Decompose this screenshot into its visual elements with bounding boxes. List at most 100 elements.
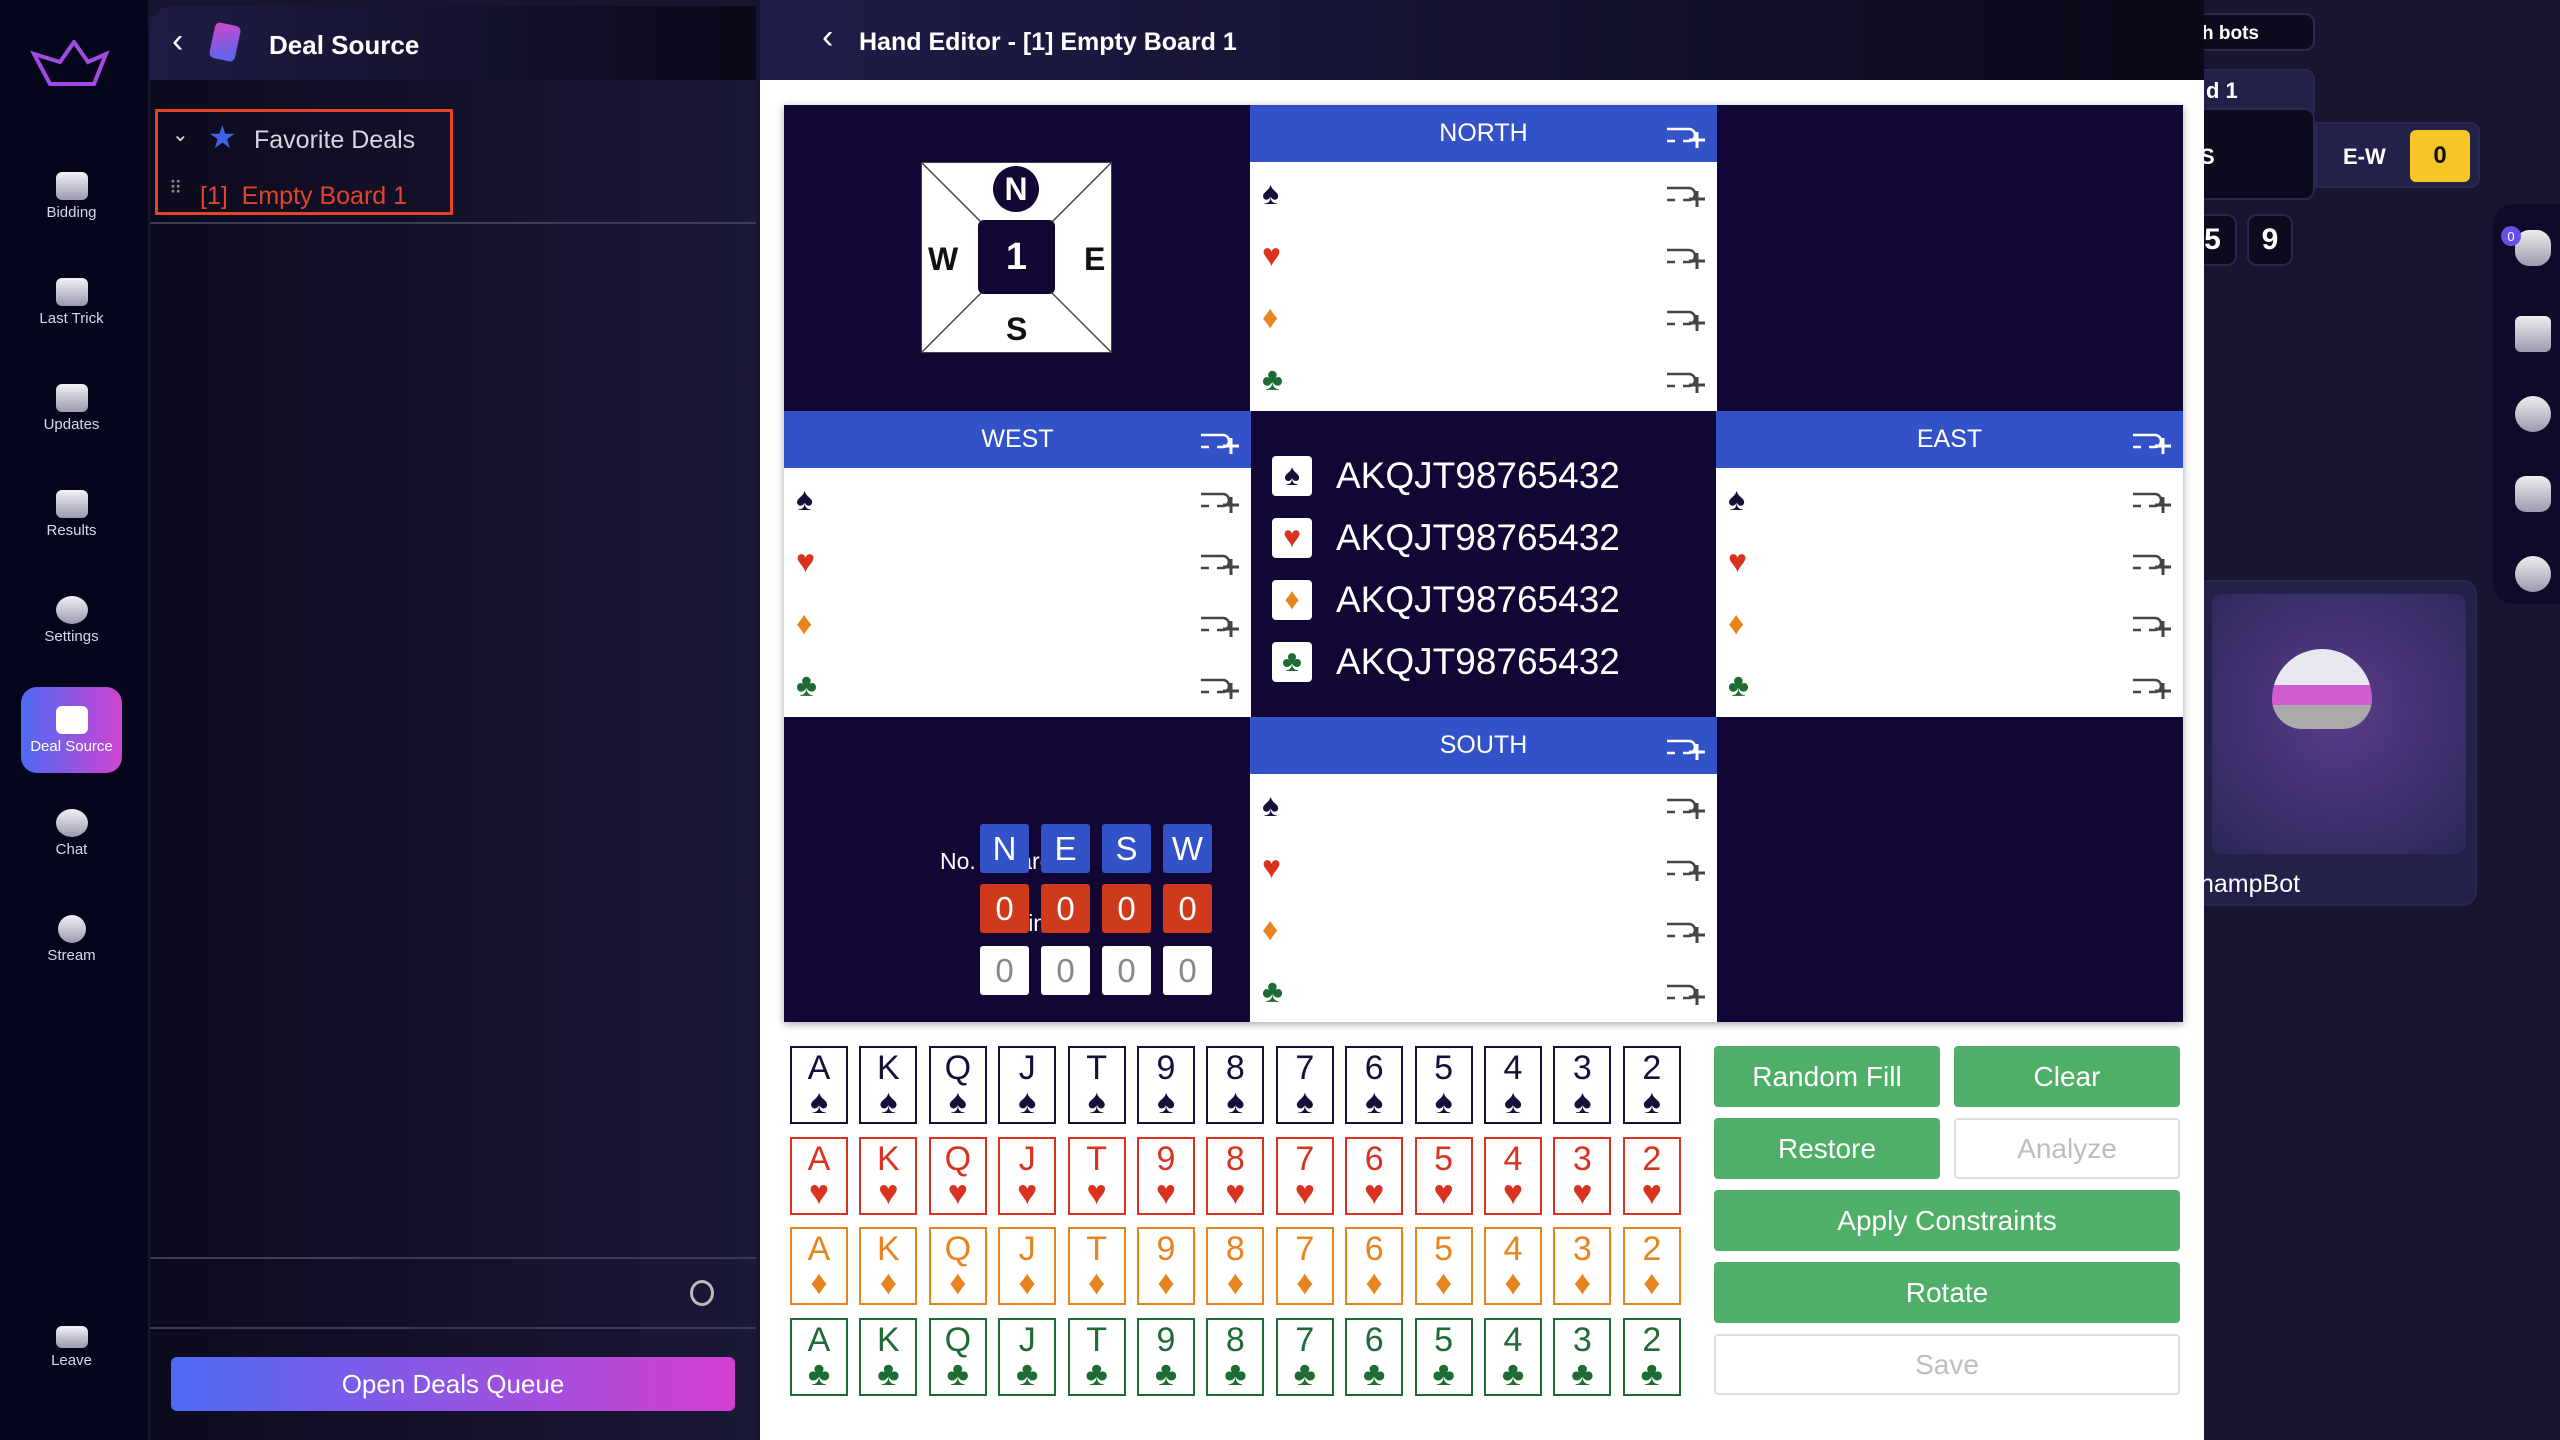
add-constraint-icon[interactable] bbox=[1663, 789, 1707, 821]
nav-bidding[interactable]: Bidding bbox=[21, 153, 122, 239]
info-icon[interactable] bbox=[2515, 396, 2551, 432]
card-2-diamonds[interactable]: 2 ♦ bbox=[1622, 1227, 1681, 1306]
chevron-down-icon[interactable]: ⌄ bbox=[172, 122, 189, 147]
nav-stream[interactable]: Stream bbox=[21, 896, 122, 982]
east-hearts-row[interactable]: ♥ bbox=[1716, 530, 2183, 592]
card-A-spades[interactable]: A ♠ bbox=[790, 1046, 848, 1124]
card-3-hearts[interactable]: 3 ♥ bbox=[1553, 1136, 1612, 1215]
north-diamonds-row[interactable]: ♦ bbox=[1250, 286, 1717, 348]
card-6-spades[interactable]: 6 ♠ bbox=[1345, 1046, 1404, 1124]
card-9-diamonds[interactable]: 9 ♦ bbox=[1137, 1227, 1195, 1306]
nav-results[interactable]: Results bbox=[21, 471, 122, 557]
analyze-button[interactable]: Analyze bbox=[1954, 1118, 2180, 1179]
card-J-diamonds[interactable]: J ♦ bbox=[998, 1227, 1057, 1306]
card-2-clubs[interactable]: 2 ♣ bbox=[1622, 1317, 1681, 1396]
rating-icon[interactable] bbox=[2515, 476, 2551, 512]
add-constraint-icon[interactable] bbox=[2129, 669, 2173, 701]
card-4-clubs[interactable]: 4 ♣ bbox=[1484, 1317, 1542, 1396]
card-J-clubs[interactable]: J ♣ bbox=[998, 1317, 1057, 1396]
card-3-diamonds[interactable]: 3 ♦ bbox=[1553, 1227, 1612, 1306]
card-J-spades[interactable]: J ♠ bbox=[998, 1046, 1057, 1124]
nav-deal-source[interactable]: Deal Source bbox=[21, 687, 122, 773]
add-constraint-icon[interactable] bbox=[2129, 483, 2173, 515]
card-Q-hearts[interactable]: Q ♥ bbox=[928, 1136, 987, 1215]
restore-button[interactable]: Restore bbox=[1714, 1118, 1940, 1179]
card-T-spades[interactable]: T ♠ bbox=[1067, 1046, 1126, 1124]
card-9-hearts[interactable]: 9 ♥ bbox=[1137, 1136, 1195, 1215]
north-hearts-row[interactable]: ♥ bbox=[1250, 224, 1717, 286]
rotate-button[interactable]: Rotate bbox=[1714, 1262, 2180, 1323]
card-6-diamonds[interactable]: 6 ♦ bbox=[1345, 1227, 1404, 1306]
east-diamonds-row[interactable]: ♦ bbox=[1716, 592, 2183, 654]
card-6-hearts[interactable]: 6 ♥ bbox=[1345, 1136, 1404, 1215]
save-button[interactable]: Save bbox=[1714, 1334, 2180, 1395]
edit-cards-icon[interactable] bbox=[2515, 316, 2551, 352]
card-8-spades[interactable]: 8 ♠ bbox=[1206, 1046, 1265, 1124]
add-constraint-icon[interactable] bbox=[1197, 607, 1241, 639]
card-Q-clubs[interactable]: Q ♣ bbox=[928, 1317, 987, 1396]
open-deals-queue-button[interactable]: Open Deals Queue bbox=[171, 1357, 735, 1411]
west-diamonds-row[interactable]: ♦ bbox=[784, 592, 1251, 654]
card-8-diamonds[interactable]: 8 ♦ bbox=[1206, 1227, 1265, 1306]
north-clubs-row[interactable]: ♣ bbox=[1250, 348, 1717, 410]
south-clubs-row[interactable]: ♣ bbox=[1250, 960, 1717, 1022]
deal-item[interactable]: [1] Empty Board 1 bbox=[200, 182, 407, 211]
nav-last-trick[interactable]: Last Trick bbox=[21, 259, 122, 345]
card-A-diamonds[interactable]: A ♦ bbox=[790, 1227, 848, 1306]
north-spades-row[interactable]: ♠ bbox=[1250, 162, 1717, 224]
card-K-hearts[interactable]: K ♥ bbox=[859, 1136, 918, 1215]
card-8-hearts[interactable]: 8 ♥ bbox=[1206, 1136, 1265, 1215]
west-spades-row[interactable]: ♠ bbox=[784, 468, 1251, 530]
nav-chat[interactable]: Chat bbox=[21, 790, 122, 876]
card-9-clubs[interactable]: 9 ♣ bbox=[1137, 1317, 1195, 1396]
card-K-diamonds[interactable]: K ♦ bbox=[859, 1227, 918, 1306]
card-5-clubs[interactable]: 5 ♣ bbox=[1414, 1317, 1473, 1396]
card-7-clubs[interactable]: 7 ♣ bbox=[1275, 1317, 1334, 1396]
add-constraint-icon[interactable] bbox=[1197, 545, 1241, 577]
card-2-spades[interactable]: 2 ♠ bbox=[1622, 1046, 1681, 1124]
add-constraint-icon[interactable] bbox=[2129, 545, 2173, 577]
add-constraint-icon[interactable] bbox=[1663, 363, 1707, 395]
south-spades-row[interactable]: ♠ bbox=[1250, 774, 1717, 836]
sound-icon[interactable] bbox=[690, 1280, 714, 1306]
card-4-spades[interactable]: 4 ♠ bbox=[1484, 1046, 1542, 1124]
card-A-clubs[interactable]: A ♣ bbox=[790, 1317, 848, 1396]
card-Q-spades[interactable]: Q ♠ bbox=[928, 1046, 987, 1124]
card-6-clubs[interactable]: 6 ♣ bbox=[1345, 1317, 1404, 1396]
clear-button[interactable]: Clear bbox=[1954, 1046, 2180, 1107]
add-constraint-icon[interactable] bbox=[1663, 975, 1707, 1007]
east-spades-row[interactable]: ♠ bbox=[1716, 468, 2183, 530]
card-T-clubs[interactable]: T ♣ bbox=[1067, 1317, 1126, 1396]
card-J-hearts[interactable]: J ♥ bbox=[998, 1136, 1057, 1215]
card-2-hearts[interactable]: 2 ♥ bbox=[1622, 1136, 1681, 1215]
west-hearts-row[interactable]: ♥ bbox=[784, 530, 1251, 592]
add-constraint-icon[interactable] bbox=[1663, 118, 1707, 150]
add-constraint-icon[interactable] bbox=[1663, 851, 1707, 883]
add-constraint-icon[interactable] bbox=[1197, 669, 1241, 701]
card-K-spades[interactable]: K ♠ bbox=[859, 1046, 918, 1124]
card-9-spades[interactable]: 9 ♠ bbox=[1137, 1046, 1195, 1124]
card-A-hearts[interactable]: A ♥ bbox=[790, 1136, 848, 1215]
card-3-clubs[interactable]: 3 ♣ bbox=[1553, 1317, 1612, 1396]
add-constraint-icon[interactable] bbox=[2129, 607, 2173, 639]
card-5-hearts[interactable]: 5 ♥ bbox=[1414, 1136, 1473, 1215]
card-T-diamonds[interactable]: T ♦ bbox=[1067, 1227, 1126, 1306]
nav-updates[interactable]: Updates bbox=[21, 365, 122, 451]
mute-icon[interactable] bbox=[2515, 556, 2551, 592]
add-constraint-icon[interactable] bbox=[1197, 483, 1241, 515]
card-8-clubs[interactable]: 8 ♣ bbox=[1206, 1317, 1265, 1396]
card-4-hearts[interactable]: 4 ♥ bbox=[1484, 1136, 1542, 1215]
card-7-spades[interactable]: 7 ♠ bbox=[1275, 1046, 1334, 1124]
nav-leave[interactable]: Leave bbox=[21, 1304, 122, 1390]
favorite-deals-group[interactable]: Favorite Deals bbox=[254, 126, 415, 155]
drag-handle-icon[interactable]: ⠿ bbox=[169, 178, 182, 199]
east-clubs-row[interactable]: ♣ bbox=[1716, 654, 2183, 716]
card-7-diamonds[interactable]: 7 ♦ bbox=[1275, 1227, 1334, 1306]
card-4-diamonds[interactable]: 4 ♦ bbox=[1484, 1227, 1542, 1306]
west-clubs-row[interactable]: ♣ bbox=[784, 654, 1251, 716]
add-constraint-icon[interactable] bbox=[2129, 424, 2173, 456]
nav-settings[interactable]: Settings bbox=[21, 577, 122, 663]
south-diamonds-row[interactable]: ♦ bbox=[1250, 898, 1717, 960]
add-constraint-icon[interactable] bbox=[1663, 239, 1707, 271]
card-5-diamonds[interactable]: 5 ♦ bbox=[1414, 1227, 1473, 1306]
